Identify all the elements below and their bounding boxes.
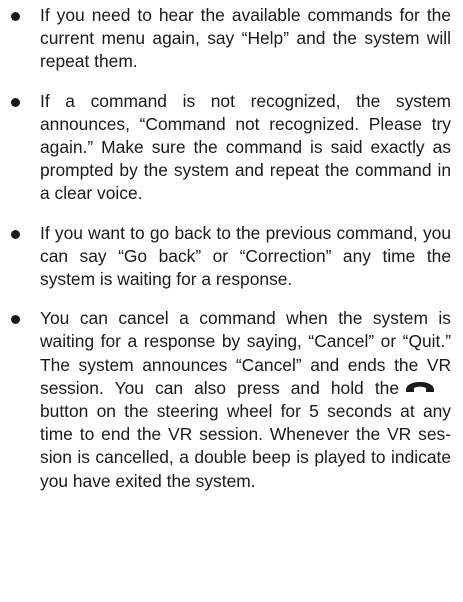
bullet-text: If you want to go back to the previous c… bbox=[40, 222, 451, 290]
phone-hang-up-icon bbox=[405, 381, 435, 393]
list-item: If a command is not recognized, the syst… bbox=[0, 90, 463, 206]
list-item: You can cancel a command when the sys­te… bbox=[0, 307, 463, 493]
document-page: If you need to hear the available comman… bbox=[0, 0, 463, 602]
bullet-icon bbox=[11, 97, 20, 107]
bullet-list: If you need to hear the available comman… bbox=[0, 4, 463, 493]
bullet-text: If you need to hear the available comman… bbox=[40, 5, 451, 72]
bullet-text-after-icon: button on the steering wheel for 5 secon… bbox=[40, 401, 451, 491]
bullet-text-before-icon: You can cancel a command when the sys­te… bbox=[40, 308, 451, 398]
bullet-icon bbox=[11, 12, 20, 21]
bullet-text: If a command is not recognized, the syst… bbox=[40, 90, 451, 204]
list-item: If you want to go back to the previous c… bbox=[0, 222, 463, 292]
bullet-icon bbox=[11, 315, 20, 325]
list-item: If you need to hear the available comman… bbox=[0, 4, 463, 74]
bullet-icon bbox=[11, 229, 20, 239]
